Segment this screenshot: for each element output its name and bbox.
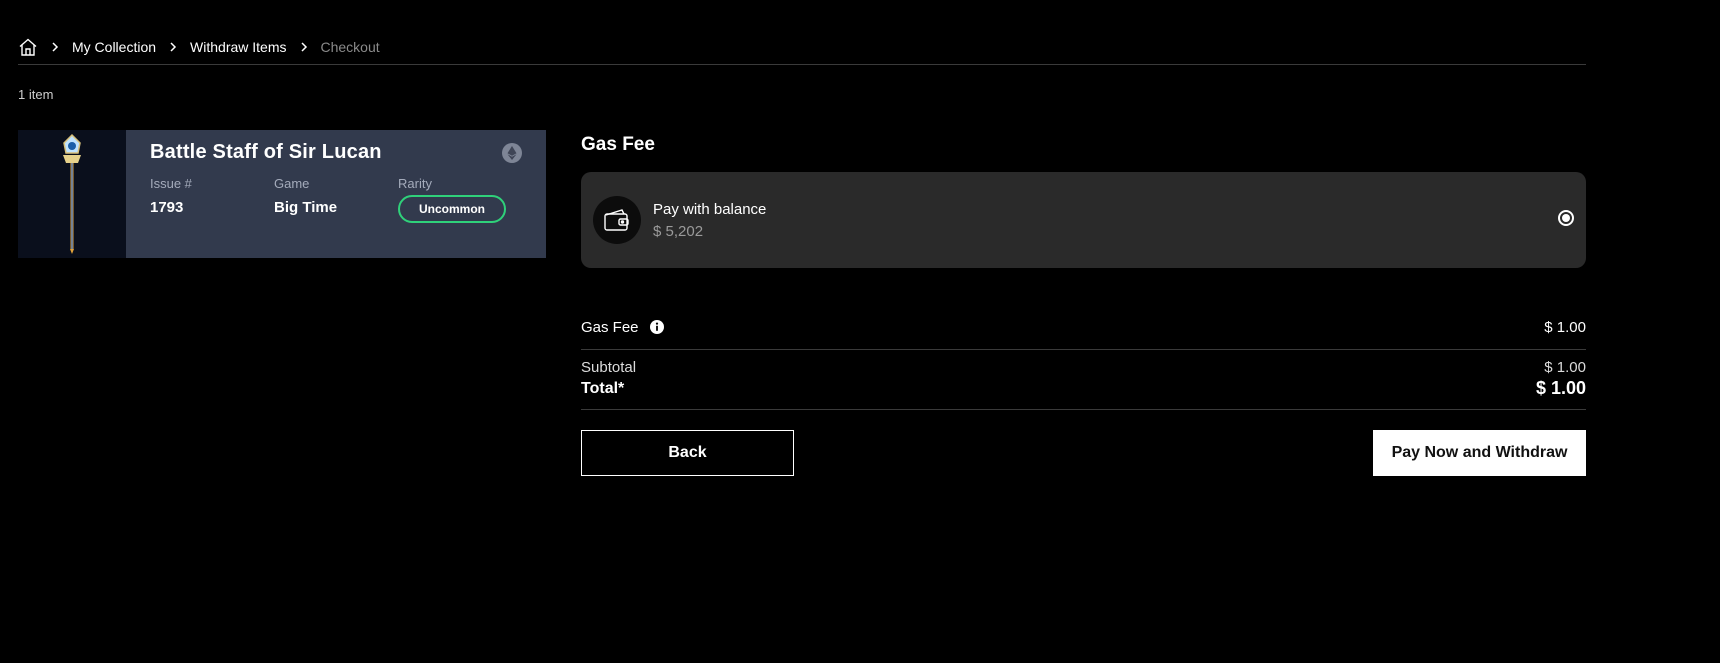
game-label: Game xyxy=(274,176,310,191)
pay-option-radio[interactable] xyxy=(1558,210,1574,226)
subtotal-value: $ 1.00 xyxy=(1544,359,1586,376)
chevron-right-icon xyxy=(299,41,309,53)
breadcrumb-withdraw-items[interactable]: Withdraw Items xyxy=(190,39,286,55)
total-row: Total* $ 1.00 xyxy=(581,378,1586,410)
gas-fee-row: Gas Fee $ 1.00 xyxy=(581,314,1586,350)
pay-option-label: Pay with balance xyxy=(653,200,767,218)
action-buttons: Back Pay Now and Withdraw xyxy=(581,430,1586,476)
back-button[interactable]: Back xyxy=(581,430,794,476)
total-label: Total* xyxy=(581,379,625,397)
ethereum-icon xyxy=(502,143,522,168)
chevron-right-icon xyxy=(50,41,60,53)
breadcrumb-current: Checkout xyxy=(320,39,380,55)
total-value: $ 1.00 xyxy=(1535,378,1586,398)
gas-fee-value: $ 1.00 xyxy=(1544,318,1586,336)
issue-label: Issue # xyxy=(150,176,192,191)
item-image xyxy=(18,130,126,258)
info-icon[interactable] xyxy=(649,319,665,335)
section-title: Gas Fee xyxy=(581,134,655,155)
breadcrumb-my-collection[interactable]: My Collection xyxy=(72,39,156,55)
game-prop: Game Big Time xyxy=(274,176,398,223)
radio-selected-dot xyxy=(1562,214,1570,222)
item-count: 1 item xyxy=(18,87,54,102)
wallet-icon xyxy=(593,196,641,244)
item-title: Battle Staff of Sir Lucan xyxy=(150,141,382,163)
rarity-prop: Rarity Uncommon xyxy=(398,176,522,223)
item-info: Battle Staff of Sir Lucan Issue # 1793 G… xyxy=(126,130,546,258)
pay-now-and-withdraw-button[interactable]: Pay Now and Withdraw xyxy=(1373,430,1586,476)
item-card: Battle Staff of Sir Lucan Issue # 1793 G… xyxy=(18,130,546,258)
game-value: Big Time xyxy=(274,199,338,216)
gas-fee-label: Gas Fee xyxy=(581,318,639,336)
balance-amount: $ 5,202 xyxy=(653,222,704,240)
issue-value: 1793 xyxy=(150,199,184,216)
breadcrumb: My Collection Withdraw Items Checkout xyxy=(18,34,1586,65)
pay-with-balance-option[interactable]: Pay with balance $ 5,202 xyxy=(581,172,1586,268)
rarity-label: Rarity xyxy=(398,176,432,191)
subtotal-row: Subtotal $ 1.00 xyxy=(581,359,1586,376)
price-summary: Gas Fee $ 1.00 Subtotal $ 1.00 Total* $ … xyxy=(581,314,1586,410)
subtotal-label: Subtotal xyxy=(581,359,637,376)
chevron-right-icon xyxy=(168,41,178,53)
home-icon[interactable] xyxy=(18,37,38,57)
rarity-badge: Uncommon xyxy=(398,195,506,223)
issue-prop: Issue # 1793 xyxy=(150,176,274,223)
gas-fee-panel: Gas Fee Pay with balance $ 5,202 Gas Fee xyxy=(581,130,1586,476)
